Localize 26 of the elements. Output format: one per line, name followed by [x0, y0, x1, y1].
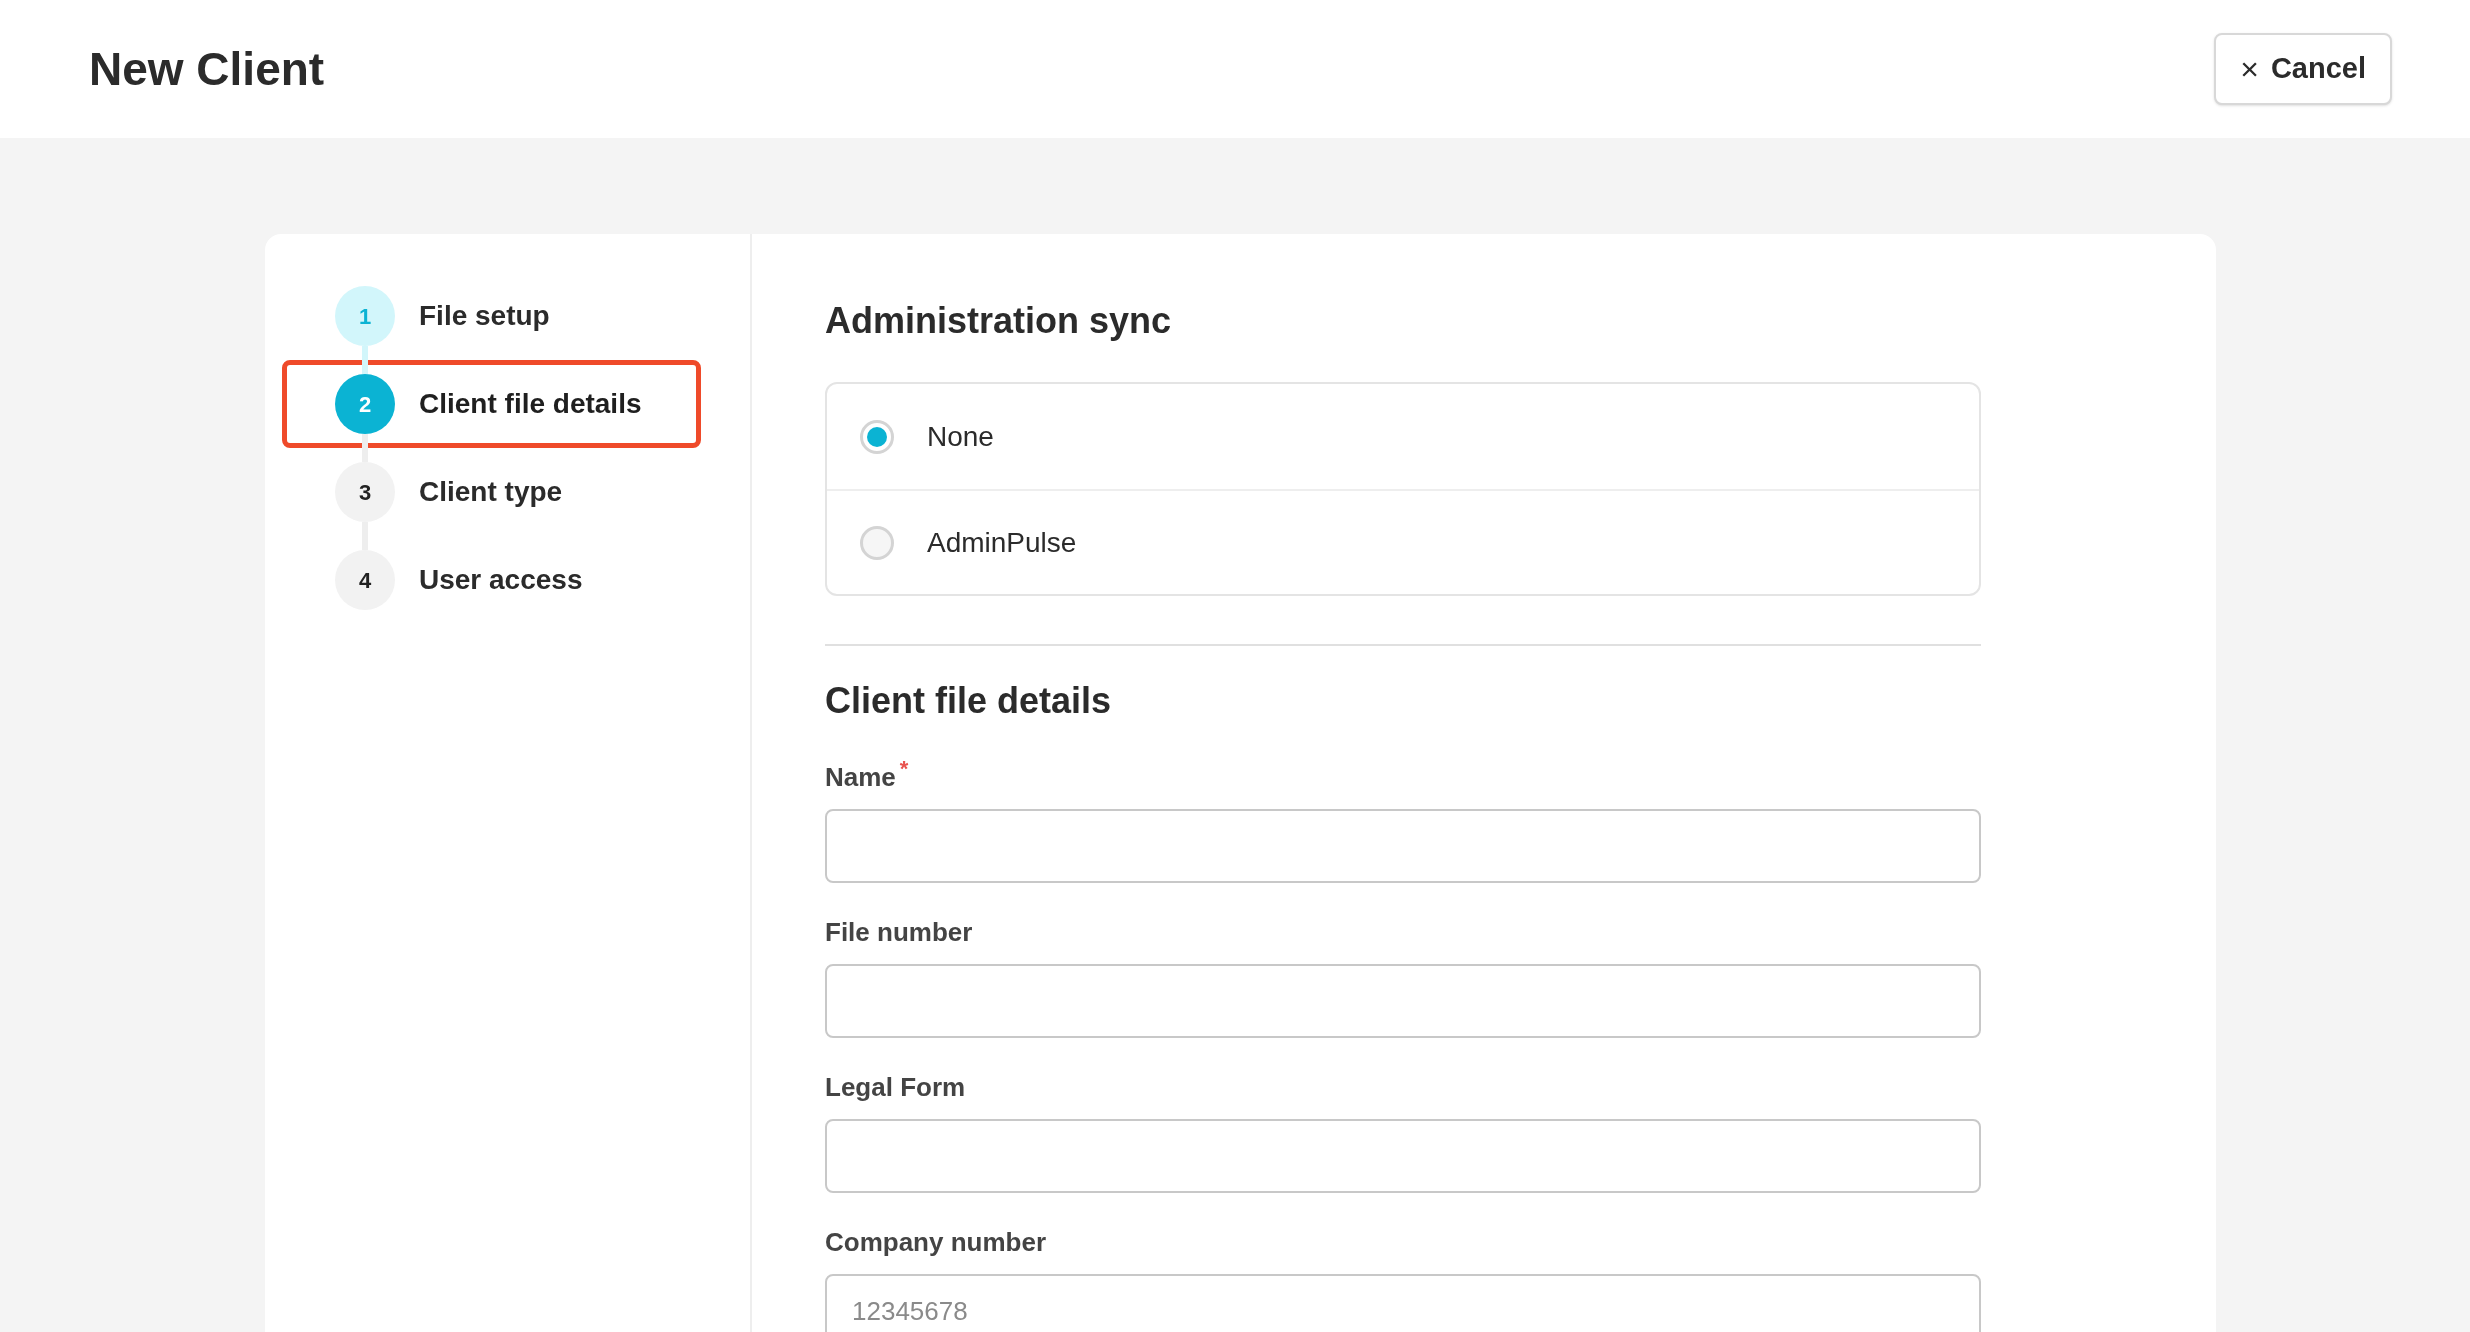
text-input[interactable]	[825, 1119, 1981, 1193]
section-heading: Administration sync	[825, 299, 1173, 343]
radio-button[interactable]	[860, 525, 894, 560]
field-label: Name	[825, 761, 896, 794]
step-number: 1	[335, 286, 395, 346]
text-input[interactable]	[825, 809, 1981, 883]
step-link[interactable]: Client type	[419, 471, 563, 513]
radio-button[interactable]	[860, 419, 894, 454]
close-icon: ×	[2240, 53, 2259, 85]
field-label: Legal Form	[825, 1071, 966, 1104]
page-title: New Client	[89, 41, 325, 97]
field-label: File number	[825, 916, 973, 949]
step-link[interactable]: File setup	[419, 295, 550, 337]
step-number: 2	[335, 374, 395, 434]
radio-label: AdminPulse	[927, 525, 1077, 560]
step-number: 3	[335, 462, 395, 522]
field-label: Company number	[825, 1226, 1047, 1259]
required-mark: *	[899, 758, 909, 780]
step-number: 4	[335, 550, 395, 610]
step-link[interactable]: User access	[419, 559, 583, 601]
cancel-button[interactable]: × Cancel	[2214, 33, 2392, 105]
step-link[interactable]: Client file details	[419, 383, 642, 425]
radio-label: None	[927, 419, 994, 454]
text-input[interactable]: 12345678	[825, 1274, 1981, 1332]
section-heading: Client file details	[825, 679, 1113, 723]
text-input[interactable]	[825, 964, 1981, 1038]
